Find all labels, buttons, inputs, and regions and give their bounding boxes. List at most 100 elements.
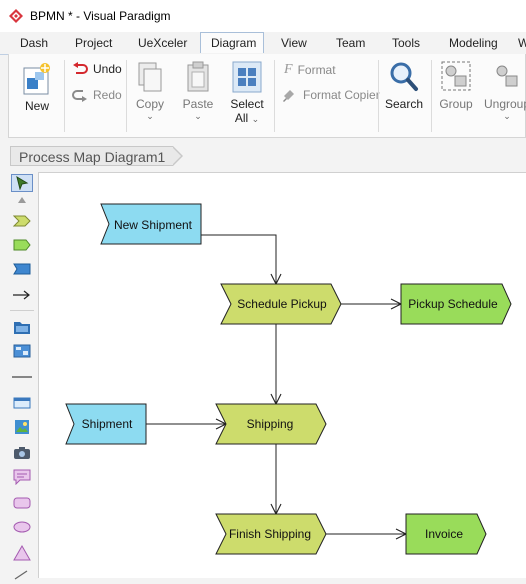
ribbon-separator: [64, 60, 65, 132]
shape-shipment[interactable]: Shipment: [65, 403, 147, 445]
palette-camera-tool[interactable]: [11, 444, 33, 462]
ribbon-separator: [378, 60, 379, 132]
paste-icon: [187, 61, 209, 92]
group-icon: [441, 61, 471, 91]
format-copier-button[interactable]: Format Copier: [282, 88, 380, 102]
new-label: New: [24, 99, 49, 113]
ungroup-button[interactable]: Ungroup ⌄: [483, 60, 526, 122]
triangle-icon: [13, 545, 31, 561]
palette-diagram-tool[interactable]: [11, 342, 33, 360]
tab-view[interactable]: View: [281, 36, 307, 50]
select-all-button[interactable]: Select All ⌄: [228, 60, 266, 125]
copy-icon: [138, 62, 162, 92]
pen-icon: [14, 570, 28, 580]
search-icon: [390, 62, 418, 91]
select-all-icon: [232, 61, 262, 93]
ribbon-separator: [126, 60, 127, 132]
ungroup-dropdown-icon[interactable]: ⌄: [483, 111, 526, 122]
palette-connector-tool[interactable]: [11, 286, 33, 304]
breadcrumb-label: Process Map Diagram1: [10, 146, 174, 166]
palette-line-tool[interactable]: [11, 368, 33, 386]
tab-uexceler[interactable]: UeXceler: [138, 36, 187, 50]
palette-divider: [10, 310, 34, 311]
palette-selector-tool[interactable]: [11, 174, 33, 192]
palette-image-tool[interactable]: [11, 418, 33, 436]
palette-folder-tool[interactable]: [11, 318, 33, 336]
palette-flag-tool[interactable]: [11, 260, 33, 278]
paste-dropdown-icon[interactable]: ⌄: [180, 111, 216, 122]
visual-paradigm-logo-icon: [9, 9, 23, 23]
select-all-label-line2: All: [234, 111, 249, 125]
diagram-overview-icon: [13, 344, 31, 358]
palette-callout-tool[interactable]: [11, 468, 33, 486]
palette-triangle-tool[interactable]: [11, 544, 33, 562]
palette-ellipse-tool[interactable]: [11, 518, 33, 536]
ungroup-icon: [496, 65, 518, 87]
paste-button[interactable]: Paste ⌄: [180, 60, 216, 122]
diagram-palette: [6, 172, 38, 580]
redo-button[interactable]: Redo: [72, 88, 122, 102]
new-button[interactable]: New: [19, 62, 55, 113]
ribbon-separator: [274, 60, 275, 132]
palette-tag-tool[interactable]: [11, 236, 33, 254]
format-icon: F: [284, 62, 293, 77]
shape-invoice-label: Invoice: [425, 527, 463, 541]
shape-shipping[interactable]: Shipping: [215, 403, 327, 445]
select-all-dropdown-icon[interactable]: ⌄: [252, 114, 260, 124]
title-bar: BPMN * - Visual Paradigm: [0, 0, 526, 32]
tag-shape-icon: [13, 239, 31, 251]
ungroup-label: Ungroup: [483, 97, 526, 111]
select-all-label-line1: Select: [230, 97, 264, 111]
connector-new-shipment-to-schedule-pickup[interactable]: [201, 234, 276, 284]
tab-diagram[interactable]: Diagram: [200, 32, 264, 53]
tab-overflow[interactable]: W: [518, 36, 526, 50]
shape-new-shipment[interactable]: New Shipment: [100, 203, 202, 245]
palette-rounded-rect-tool[interactable]: [11, 494, 33, 512]
diagram-canvas[interactable]: New Shipment Schedule Pickup Pickup Sche…: [38, 172, 526, 578]
breadcrumb: Process Map Diagram1: [0, 138, 526, 172]
shape-pickup-schedule[interactable]: Pickup Schedule: [400, 283, 512, 325]
rounded-rectangle-icon: [13, 497, 31, 509]
palette-rectangle-tool[interactable]: [11, 394, 33, 412]
arrow-right-icon: [13, 290, 30, 300]
format-label: Format: [297, 63, 336, 77]
shape-schedule-pickup-label: Schedule Pickup: [237, 297, 327, 311]
search-label: Search: [385, 97, 424, 111]
shape-finish-shipping[interactable]: Finish Shipping: [215, 513, 327, 555]
palette-chevron-tool[interactable]: [11, 212, 33, 230]
undo-button[interactable]: Undo: [72, 62, 122, 76]
ribbon-separator: [431, 60, 432, 132]
flag-shape-icon: [13, 263, 31, 275]
palette-collapse-toggle[interactable]: [11, 194, 33, 206]
search-button[interactable]: Search: [385, 60, 423, 111]
breadcrumb-arrow-icon: [172, 146, 184, 166]
format-button[interactable]: F Format: [284, 62, 336, 78]
group-button[interactable]: Group: [437, 60, 475, 111]
shape-schedule-pickup[interactable]: Schedule Pickup: [220, 283, 342, 325]
group-label: Group: [439, 97, 473, 111]
ribbon-tabs: Dash Project UeXceler Diagram View Team …: [0, 32, 526, 55]
palette-more-tool[interactable]: [11, 566, 33, 584]
tab-team[interactable]: Team: [336, 36, 365, 50]
tab-modeling[interactable]: Modeling: [449, 36, 498, 50]
window-title: BPMN * - Visual Paradigm: [30, 9, 171, 23]
redo-label: Redo: [93, 88, 122, 102]
redo-icon: [72, 90, 87, 102]
folder-icon: [14, 322, 30, 334]
copy-dropdown-icon[interactable]: ⌄: [132, 111, 168, 122]
image-icon: [15, 420, 29, 434]
shape-new-shipment-label: New Shipment: [114, 218, 193, 232]
tab-dash[interactable]: Dash: [20, 36, 48, 50]
tab-project[interactable]: Project: [75, 36, 112, 50]
tab-tools[interactable]: Tools: [392, 36, 420, 50]
format-copier-icon: [283, 90, 294, 102]
shape-invoice[interactable]: Invoice: [405, 513, 487, 555]
rectangle-icon: [13, 397, 31, 409]
line-icon: [12, 376, 32, 378]
ribbon-toolbar: New Undo Redo Copy ⌄ Paste ⌄ Select All …: [8, 54, 526, 138]
paste-label: Paste: [182, 97, 214, 111]
shape-finish-shipping-label: Finish Shipping: [229, 527, 311, 541]
breadcrumb-item[interactable]: Process Map Diagram1: [10, 146, 184, 166]
shape-shipment-label: Shipment: [82, 417, 133, 431]
copy-button[interactable]: Copy ⌄: [132, 60, 168, 122]
